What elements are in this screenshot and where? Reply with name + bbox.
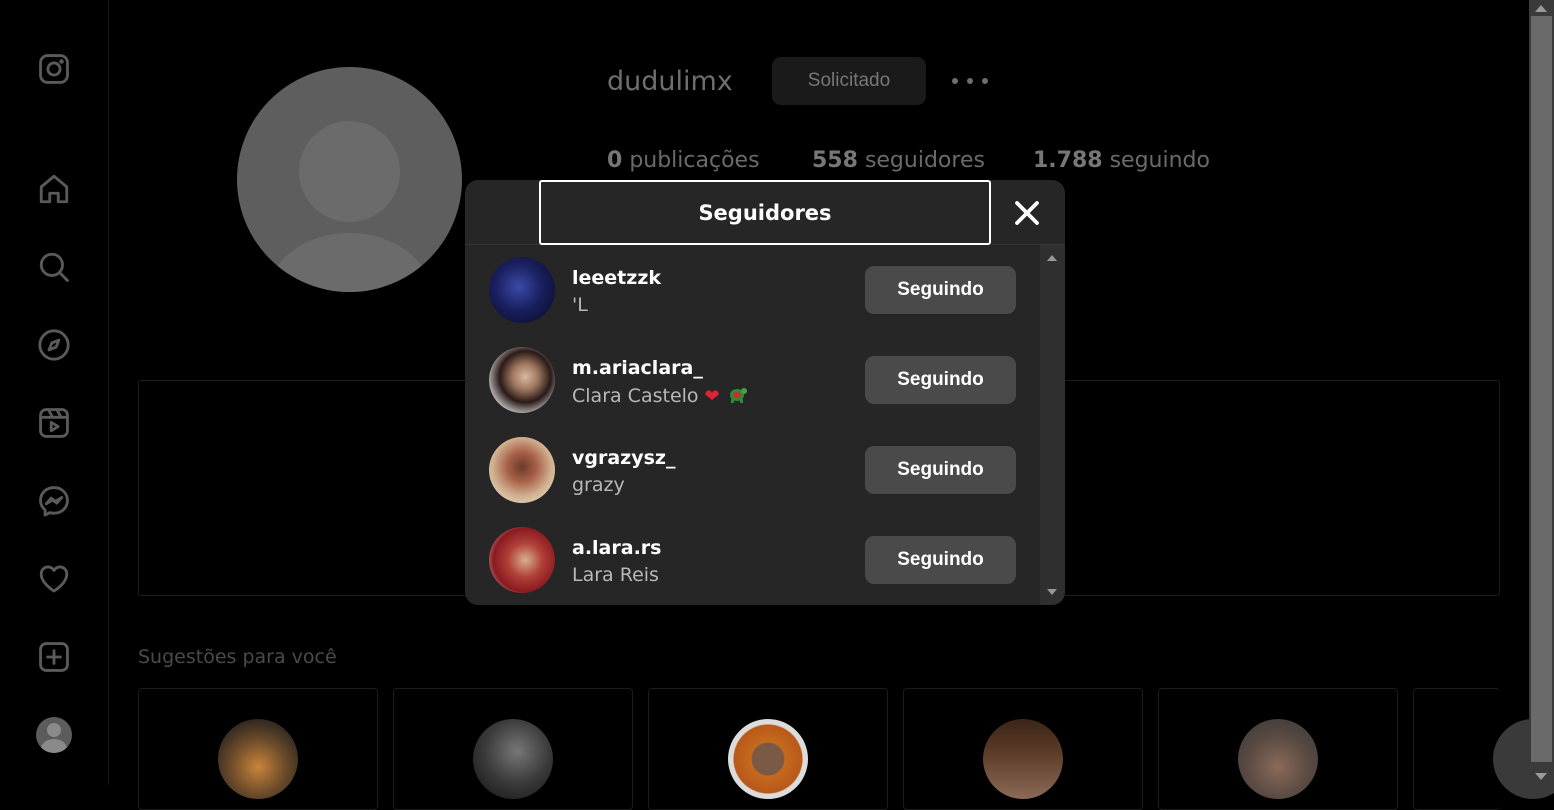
- follower-avatar[interactable]: [489, 347, 555, 413]
- modal-header: Seguidores: [465, 180, 1065, 245]
- stat-following-label: seguindo: [1109, 148, 1210, 173]
- suggestion-avatar: [728, 719, 808, 799]
- explore-icon[interactable]: [36, 327, 72, 363]
- profile-picture: [237, 67, 462, 292]
- stat-posts-count: 0: [607, 148, 623, 173]
- suggestion-card[interactable]: [1158, 688, 1398, 810]
- follower-username[interactable]: vgrazysz_: [572, 447, 676, 469]
- suggestion-avatar: [1238, 719, 1318, 799]
- follower-name-text: Lara Reis: [572, 564, 659, 586]
- list-item: vgrazysz_ grazy Seguindo: [465, 425, 1040, 515]
- stat-following-count: 1.788: [1033, 148, 1103, 173]
- red-heart-icon: ❤: [704, 385, 720, 407]
- follower-avatar[interactable]: [489, 437, 555, 503]
- scroll-down-icon[interactable]: [1047, 589, 1057, 595]
- follower-name-text: Clara Castelo: [572, 385, 699, 407]
- follower-name-text: grazy: [572, 474, 625, 496]
- home-icon[interactable]: [36, 171, 72, 207]
- followers-list: leeetzzk 'L Seguindo m.ariaclara_ Clara …: [465, 245, 1040, 605]
- follower-name: grazy: [572, 474, 625, 496]
- stat-following[interactable]: 1.788 seguindo: [1033, 148, 1210, 173]
- suggestion-card[interactable]: [903, 688, 1143, 810]
- more-options-icon[interactable]: [952, 66, 988, 96]
- page-scrollbar[interactable]: [1529, 0, 1554, 785]
- suggestion-card[interactable]: [1413, 688, 1554, 810]
- list-item: leeetzzk 'L Seguindo: [465, 245, 1040, 335]
- list-item: m.ariaclara_ Clara Castelo ❤ Seguindo: [465, 335, 1040, 425]
- sidebar: [0, 0, 109, 785]
- suggestions-title: Sugestões para você: [138, 646, 337, 668]
- suggestion-avatar: [983, 719, 1063, 799]
- follower-name: 'L: [572, 294, 588, 316]
- follower-name: Clara Castelo ❤: [572, 384, 748, 408]
- close-icon[interactable]: [1009, 195, 1045, 231]
- heart-icon[interactable]: [36, 561, 72, 597]
- scroll-up-icon[interactable]: [1047, 255, 1057, 261]
- profile-username: dudulimx: [607, 66, 733, 97]
- list-item: a.lara.rs Lara Reis Seguindo: [465, 515, 1040, 605]
- stat-posts: 0 publicações: [607, 148, 760, 173]
- follower-avatar[interactable]: [489, 527, 555, 593]
- turtle-icon: [726, 384, 748, 408]
- suggestion-avatar: [473, 719, 553, 799]
- instagram-icon[interactable]: [36, 51, 72, 87]
- following-button[interactable]: Seguindo: [865, 446, 1016, 494]
- follower-avatar[interactable]: [489, 257, 555, 323]
- profile-avatar[interactable]: [36, 717, 72, 753]
- following-button[interactable]: Seguindo: [865, 536, 1016, 584]
- following-button[interactable]: Seguindo: [865, 266, 1016, 314]
- stat-followers[interactable]: 558 seguidores: [812, 148, 985, 173]
- modal-scrollbar[interactable]: [1040, 245, 1065, 605]
- suggestion-card[interactable]: [393, 688, 633, 810]
- follower-name: Lara Reis: [572, 564, 659, 586]
- stat-posts-label: publicações: [629, 148, 760, 173]
- stat-followers-label: seguidores: [864, 148, 985, 173]
- stat-followers-count: 558: [812, 148, 858, 173]
- follower-username[interactable]: a.lara.rs: [572, 537, 661, 559]
- follower-username[interactable]: leeetzzk: [572, 267, 661, 289]
- follower-name-text: 'L: [572, 294, 588, 316]
- reels-icon[interactable]: [36, 405, 72, 441]
- followers-modal: Seguidores leeetzzk 'L Seguindo m.ariacl…: [465, 180, 1065, 605]
- suggestion-avatar: [218, 719, 298, 799]
- following-button[interactable]: Seguindo: [865, 356, 1016, 404]
- search-icon[interactable]: [36, 249, 72, 285]
- create-icon[interactable]: [36, 639, 72, 675]
- modal-title: Seguidores: [539, 180, 991, 245]
- follower-username[interactable]: m.ariaclara_: [572, 357, 703, 379]
- suggestion-card[interactable]: [138, 688, 378, 810]
- requested-button[interactable]: Solicitado: [772, 57, 926, 105]
- suggestion-card[interactable]: [648, 688, 888, 810]
- messenger-icon[interactable]: [36, 483, 72, 519]
